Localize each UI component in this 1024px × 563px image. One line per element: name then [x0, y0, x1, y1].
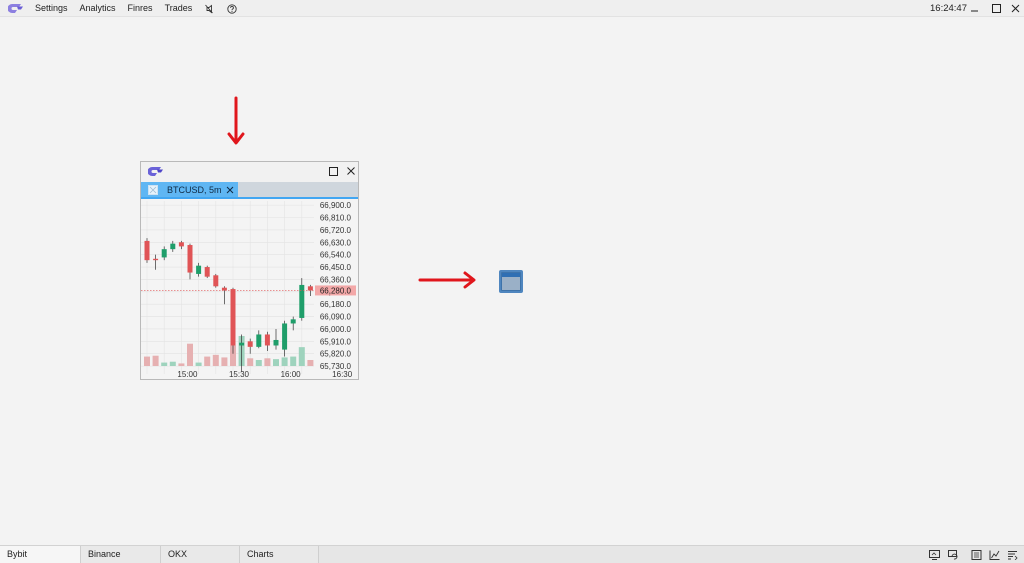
volume-bar — [298, 347, 305, 366]
x-tick-label: 15:30 — [229, 370, 250, 379]
tab-close-icon[interactable] — [226, 186, 234, 194]
chart-line-icon[interactable] — [989, 550, 1000, 560]
main-menu: Settings Analytics Finres Trades — [35, 0, 250, 17]
candle-body — [170, 243, 176, 250]
chart-widget[interactable]: BTCUSD, 5m 66,900.0 66,810.0 66,720.0 66,63… — [140, 161, 359, 380]
y-tick-label: 66,630.0 — [320, 238, 352, 247]
volume-bar — [281, 357, 288, 366]
candle-body — [239, 342, 245, 346]
candle-body — [299, 284, 305, 318]
help-icon[interactable] — [227, 3, 237, 14]
widget-tabstrip: BTCUSD, 5m — [141, 182, 358, 199]
candle-body — [213, 275, 219, 287]
volume-bar — [152, 355, 159, 366]
menu-settings[interactable]: Settings — [35, 0, 68, 17]
volume-bar — [144, 356, 150, 366]
volume-bar — [204, 356, 211, 366]
candle-body — [204, 267, 210, 277]
tab-bybit[interactable]: Bybit — [0, 546, 81, 563]
current-price-label: 66,280.0 — [320, 286, 352, 295]
close-icon[interactable] — [347, 167, 355, 175]
candle-body — [161, 249, 167, 258]
candle-body — [187, 245, 193, 273]
candle-body — [178, 242, 184, 247]
candle-body — [230, 289, 236, 346]
bottom-bar: Bybit Binance OKX Charts — [0, 545, 1024, 563]
plot-background — [141, 201, 314, 379]
candle-body — [247, 341, 253, 347]
screen-icon[interactable] — [929, 550, 940, 560]
candle-body — [307, 286, 313, 291]
y-tick-label: 66,900.0 — [320, 201, 352, 210]
candle-body — [273, 339, 279, 346]
volume-bar — [187, 343, 193, 366]
volume-bar — [161, 362, 168, 366]
maximize-icon[interactable] — [991, 3, 1002, 14]
minimize-icon[interactable] — [969, 3, 980, 14]
y-tick-label: 66,720.0 — [320, 226, 352, 235]
candle-body — [282, 323, 288, 350]
title-bar: Settings Analytics Finres Trades 16:24:4… — [0, 0, 1024, 17]
app-logo-icon — [8, 4, 23, 13]
menu-analytics[interactable]: Analytics — [80, 0, 116, 17]
tab-binance[interactable]: Binance — [81, 546, 161, 563]
candle-body — [196, 265, 202, 274]
volume-bar — [307, 360, 314, 366]
y-tick-label: 66,000.0 — [320, 325, 352, 334]
refresh-screen-icon[interactable] — [948, 550, 959, 560]
tab-label: BTCUSD, 5m — [167, 184, 222, 195]
widget-header[interactable] — [141, 162, 358, 182]
volume-bar — [264, 358, 271, 366]
candle-body — [256, 334, 262, 347]
y-tick-label: 65,910.0 — [320, 337, 352, 346]
clock: 16:24:47 — [930, 3, 967, 14]
x-tick-label: 15:00 — [177, 370, 198, 379]
volume-bar — [212, 354, 219, 366]
sound-off-icon[interactable] — [204, 4, 214, 14]
list-icon[interactable] — [971, 550, 982, 560]
y-tick-label: 66,450.0 — [320, 263, 352, 272]
volume-bar — [247, 358, 254, 366]
minimized-window-icon[interactable] — [499, 270, 523, 293]
tab-btcusd[interactable]: BTCUSD, 5m — [141, 182, 238, 197]
candle-body — [264, 334, 270, 346]
candle-body — [290, 319, 296, 324]
candlestick-chart[interactable]: 66,900.0 66,810.0 66,720.0 66,630.0 66,540.0… — [141, 201, 358, 379]
y-tick-label: 66,540.0 — [320, 251, 352, 260]
y-tick-label: 66,180.0 — [320, 300, 352, 309]
app-logo-icon — [148, 167, 163, 176]
close-icon[interactable] — [1010, 3, 1021, 14]
y-tick-label: 66,090.0 — [320, 313, 352, 322]
x-tick-label: 16:30 — [332, 370, 353, 379]
candle-body — [221, 287, 227, 291]
volume-bar — [195, 362, 202, 366]
candle-body — [153, 258, 159, 261]
volume-bar — [169, 361, 176, 366]
y-tick-label: 66,810.0 — [320, 214, 352, 223]
filter-list-icon[interactable] — [1007, 550, 1018, 561]
tab-charts[interactable]: Charts — [240, 546, 319, 563]
maximize-icon[interactable] — [329, 167, 338, 176]
candle-body — [144, 240, 150, 261]
volume-bar — [255, 360, 262, 366]
arrow-down-annotation — [227, 96, 245, 145]
x-tick-label: 16:00 — [281, 370, 302, 379]
volume-bar — [290, 356, 297, 366]
volume-bar — [273, 359, 279, 366]
menu-trades[interactable]: Trades — [165, 0, 193, 17]
volume-bar — [178, 363, 185, 366]
arrow-right-annotation — [418, 271, 476, 289]
menu-finres[interactable]: Finres — [128, 0, 153, 17]
chart-tab-icon — [148, 184, 158, 195]
y-tick-label: 66,360.0 — [320, 275, 352, 284]
volume-bar — [221, 357, 228, 366]
y-tick-label: 65,820.0 — [320, 350, 352, 359]
tab-okx[interactable]: OKX — [161, 546, 240, 563]
